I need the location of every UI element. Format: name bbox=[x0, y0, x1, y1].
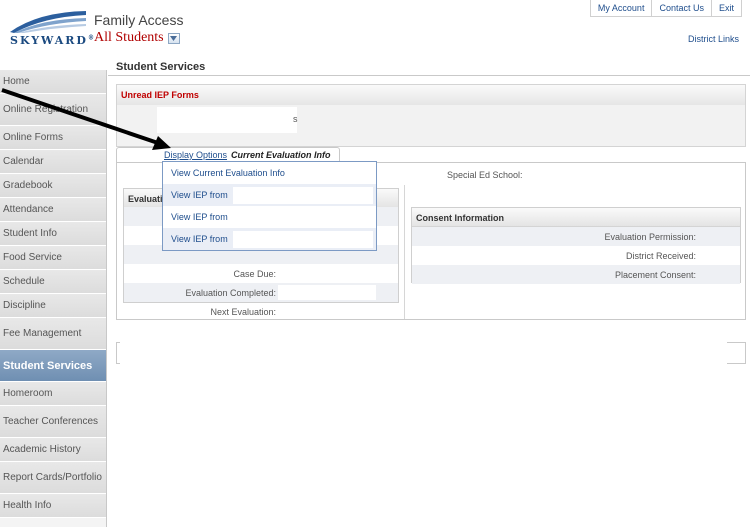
consent-information-box: Consent Information Evaluation Permissio… bbox=[411, 207, 741, 284]
display-options-link[interactable]: Display Options bbox=[164, 150, 227, 160]
sidebar-item-gradebook[interactable]: Gradebook bbox=[0, 174, 106, 198]
consent-row-placement-consent: Placement Consent: bbox=[412, 265, 740, 284]
consent-row-district-received: District Received: bbox=[625, 251, 696, 261]
evaluation-row-case-due: Case Due: bbox=[124, 264, 398, 283]
consent-row-evaluation-permission: Evaluation Permission: bbox=[412, 227, 740, 246]
display-options-menu: View Current Evaluation Info View IEP fr… bbox=[162, 161, 377, 251]
sidebar-nav: Home Online Registration Online Forms Ca… bbox=[0, 70, 107, 527]
sidebar-item-online-registration[interactable]: Online Registration bbox=[0, 94, 106, 126]
logo-swoosh-icon bbox=[10, 11, 86, 33]
contact-us-link[interactable]: Contact Us bbox=[651, 0, 711, 16]
menu-item-view-current-evaluation[interactable]: View Current Evaluation Info bbox=[163, 162, 376, 184]
sidebar-item-report-cards[interactable]: Report Cards/Portfolio bbox=[0, 462, 106, 494]
panel-divider bbox=[404, 185, 405, 319]
special-ed-school-label: Special Ed School: bbox=[447, 170, 523, 180]
unread-iep-forms-header: Unread IEP Forms bbox=[117, 85, 745, 105]
sidebar-item-online-forms[interactable]: Online Forms bbox=[0, 126, 106, 150]
special-ed-school-value bbox=[537, 165, 687, 180]
main-content: Student Services Unread IEP Forms s Disp… bbox=[108, 56, 750, 527]
sidebar-item-health-info[interactable]: Health Info bbox=[0, 494, 106, 518]
unread-iep-forms-panel: Unread IEP Forms s bbox=[116, 84, 746, 147]
redacted-area bbox=[120, 326, 727, 394]
sidebar-item-schedule[interactable]: Schedule bbox=[0, 270, 106, 294]
sidebar-item-student-services[interactable]: Student Services bbox=[0, 350, 106, 382]
app-title: Family Access bbox=[94, 12, 184, 28]
title-divider bbox=[108, 75, 750, 76]
skyward-logo[interactable]: SKYWARD® bbox=[8, 8, 94, 48]
sidebar-item-student-info[interactable]: Student Info bbox=[0, 222, 106, 246]
sidebar-item-teacher-conferences[interactable]: Teacher Conferences bbox=[0, 406, 106, 438]
student-selector-label: All Students bbox=[94, 30, 164, 45]
page-title: Student Services bbox=[116, 61, 206, 73]
my-account-link[interactable]: My Account bbox=[591, 0, 652, 16]
sidebar-item-homeroom[interactable]: Homeroom bbox=[0, 382, 106, 406]
evaluation-row-next: Next Evaluation: bbox=[124, 302, 398, 321]
sidebar-item-food-service[interactable]: Food Service bbox=[0, 246, 106, 270]
page-root: SKYWARD® Family Access All Students My A… bbox=[0, 0, 750, 527]
sidebar-item-attendance[interactable]: Attendance bbox=[0, 198, 106, 222]
menu-item-view-iep-2[interactable]: View IEP from bbox=[163, 206, 376, 228]
redacted-area bbox=[157, 107, 297, 133]
menu-item-view-iep-3[interactable]: View IEP from bbox=[163, 228, 376, 250]
top-links: My Account Contact Us Exit bbox=[589, 0, 742, 17]
evaluation-row-completed: Evaluation Completed: bbox=[124, 283, 398, 302]
sidebar-item-discipline[interactable]: Discipline bbox=[0, 294, 106, 318]
exit-link[interactable]: Exit bbox=[710, 0, 741, 16]
student-selector[interactable]: All Students bbox=[94, 30, 180, 46]
sidebar-item-academic-history[interactable]: Academic History bbox=[0, 438, 106, 462]
consent-information-header: Consent Information bbox=[412, 208, 740, 227]
logo-wordmark: SKYWARD® bbox=[10, 34, 94, 47]
chevron-down-icon[interactable] bbox=[167, 32, 180, 44]
evaluation-tab: Display Options Current Evaluation Info bbox=[116, 147, 340, 162]
sidebar-item-home[interactable]: Home bbox=[0, 70, 106, 94]
sidebar-item-calendar[interactable]: Calendar bbox=[0, 150, 106, 174]
district-links[interactable]: District Links bbox=[688, 34, 739, 44]
menu-item-view-iep-1[interactable]: View IEP from bbox=[163, 184, 376, 206]
iep-text-fragment: s bbox=[293, 114, 298, 124]
current-view-label: Current Evaluation Info bbox=[231, 150, 331, 160]
sidebar-item-fee-management[interactable]: Fee Management bbox=[0, 318, 106, 350]
